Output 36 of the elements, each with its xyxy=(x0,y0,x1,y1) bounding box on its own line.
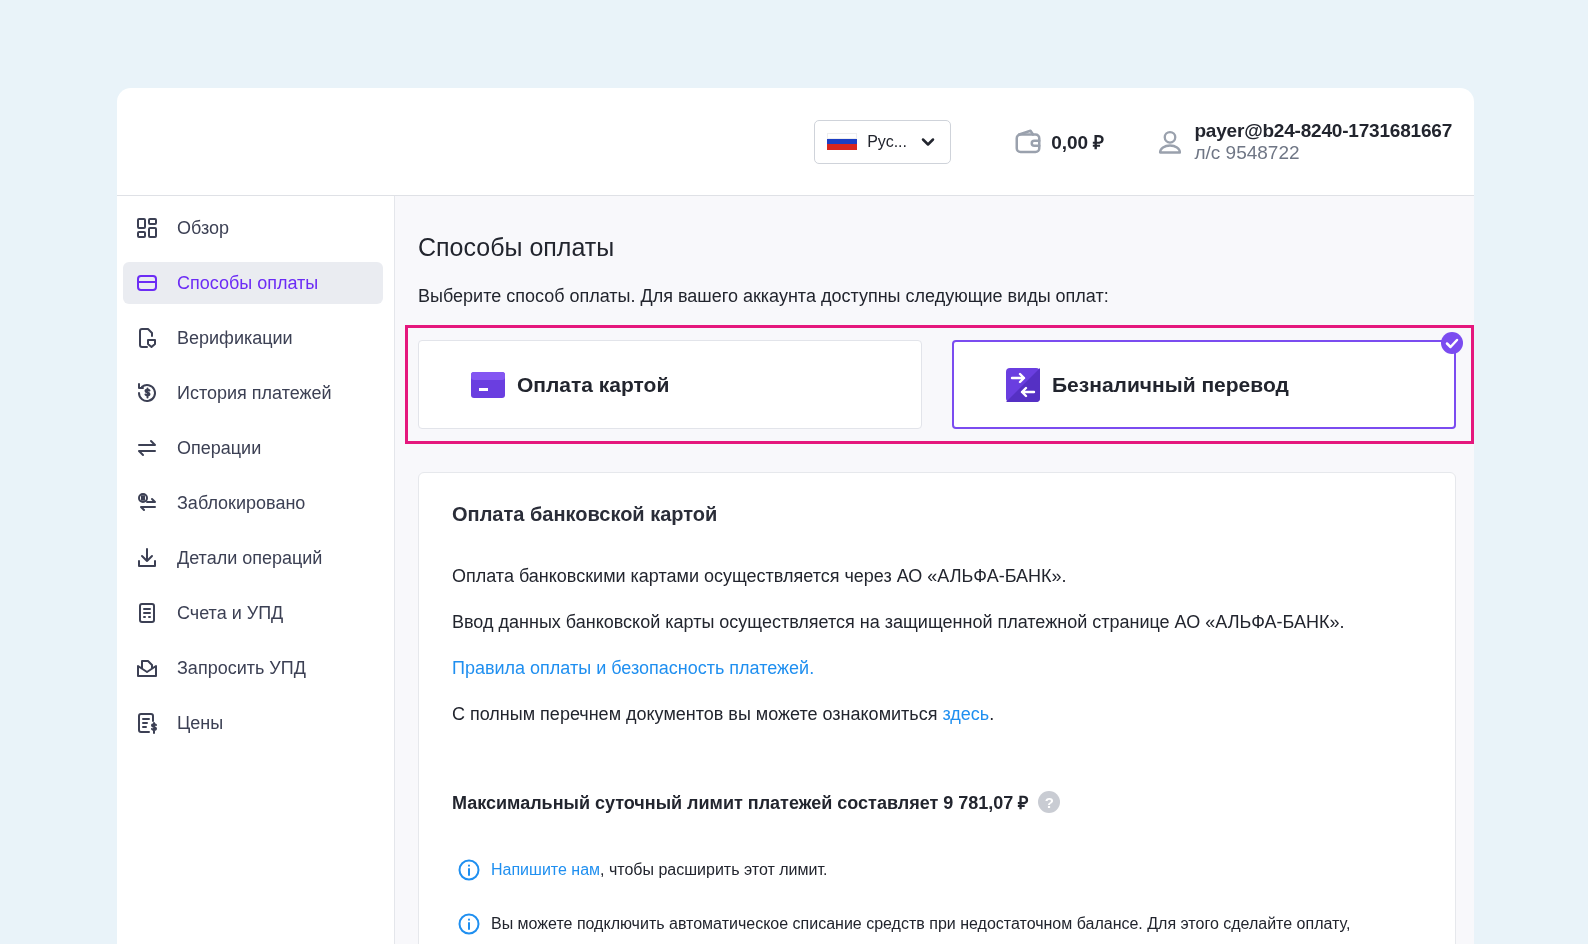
sidebar-item[interactable]: Операции xyxy=(123,427,383,469)
russia-flag-icon xyxy=(827,133,858,150)
sidebar-item[interactable]: Детали операций xyxy=(123,537,383,579)
sidebar-item[interactable]: Запросить УПД xyxy=(123,647,383,689)
limit-text: Максимальный суточный лимит платежей составляет 9 781,07 ₽ xyxy=(452,792,1029,814)
payment-method-option[interactable]: Оплата картой xyxy=(418,340,922,429)
payment-method-option[interactable]: Безналичный перевод xyxy=(952,340,1456,429)
sidebar-item[interactable]: Счета и УПД xyxy=(123,592,383,634)
transfer-arrows-icon xyxy=(1006,367,1040,402)
language-select[interactable]: Рус... xyxy=(814,119,952,164)
sidebar-item[interactable]: Заблокировано xyxy=(123,482,383,524)
check-badge-icon xyxy=(1440,331,1464,355)
note-text: Вы можете подключить автоматическое списание средств при недостаточном балансе. Для этого сделайте оплату, xyxy=(491,915,1351,933)
link[interactable]: Напишите нам xyxy=(491,861,601,878)
section-heading: Оплата банковской картой xyxy=(452,503,719,526)
dashboard-icon xyxy=(135,216,159,240)
sidebar-item[interactable]: История платежей xyxy=(123,372,383,414)
page-subtitle: Выберите способ оплаты. Для вашего аккаунта доступны следующие виды оплат: xyxy=(418,286,1110,307)
paragraph: Ввод данных банковской карты осуществляется на защищенной платежной странице АО «АЛЬФА-БАНК». xyxy=(452,611,1346,634)
sidebar-item[interactable]: Цены xyxy=(123,702,383,744)
info-icon xyxy=(457,858,481,882)
paragraph: Оплата банковскими картами осуществляется через АО «АЛЬФА-БАНК». xyxy=(452,565,1068,588)
note-text: Напишите нам, чтобы расширить этот лимит. xyxy=(491,861,828,879)
paragraph: С полным перечнем документов вы можете ознакомиться здесь. xyxy=(452,703,996,726)
download-icon xyxy=(135,546,159,570)
sidebar-item[interactable]: Верификации xyxy=(123,317,383,359)
account-number: л/с 9548722 xyxy=(1194,141,1301,164)
info-icon xyxy=(457,912,481,936)
dollar-history-icon xyxy=(135,381,159,405)
page-title: Способы оплаты xyxy=(418,233,616,262)
sidebar-item[interactable]: Обзор xyxy=(123,207,383,249)
user-email: payer@b24-8240-1731681667 xyxy=(1194,119,1452,142)
card-icon xyxy=(471,371,505,398)
price-list-icon xyxy=(135,711,159,735)
balance-amount: 0,00 ₽ xyxy=(1051,130,1105,155)
sidebar-item[interactable]: Способы оплаты xyxy=(123,262,383,304)
